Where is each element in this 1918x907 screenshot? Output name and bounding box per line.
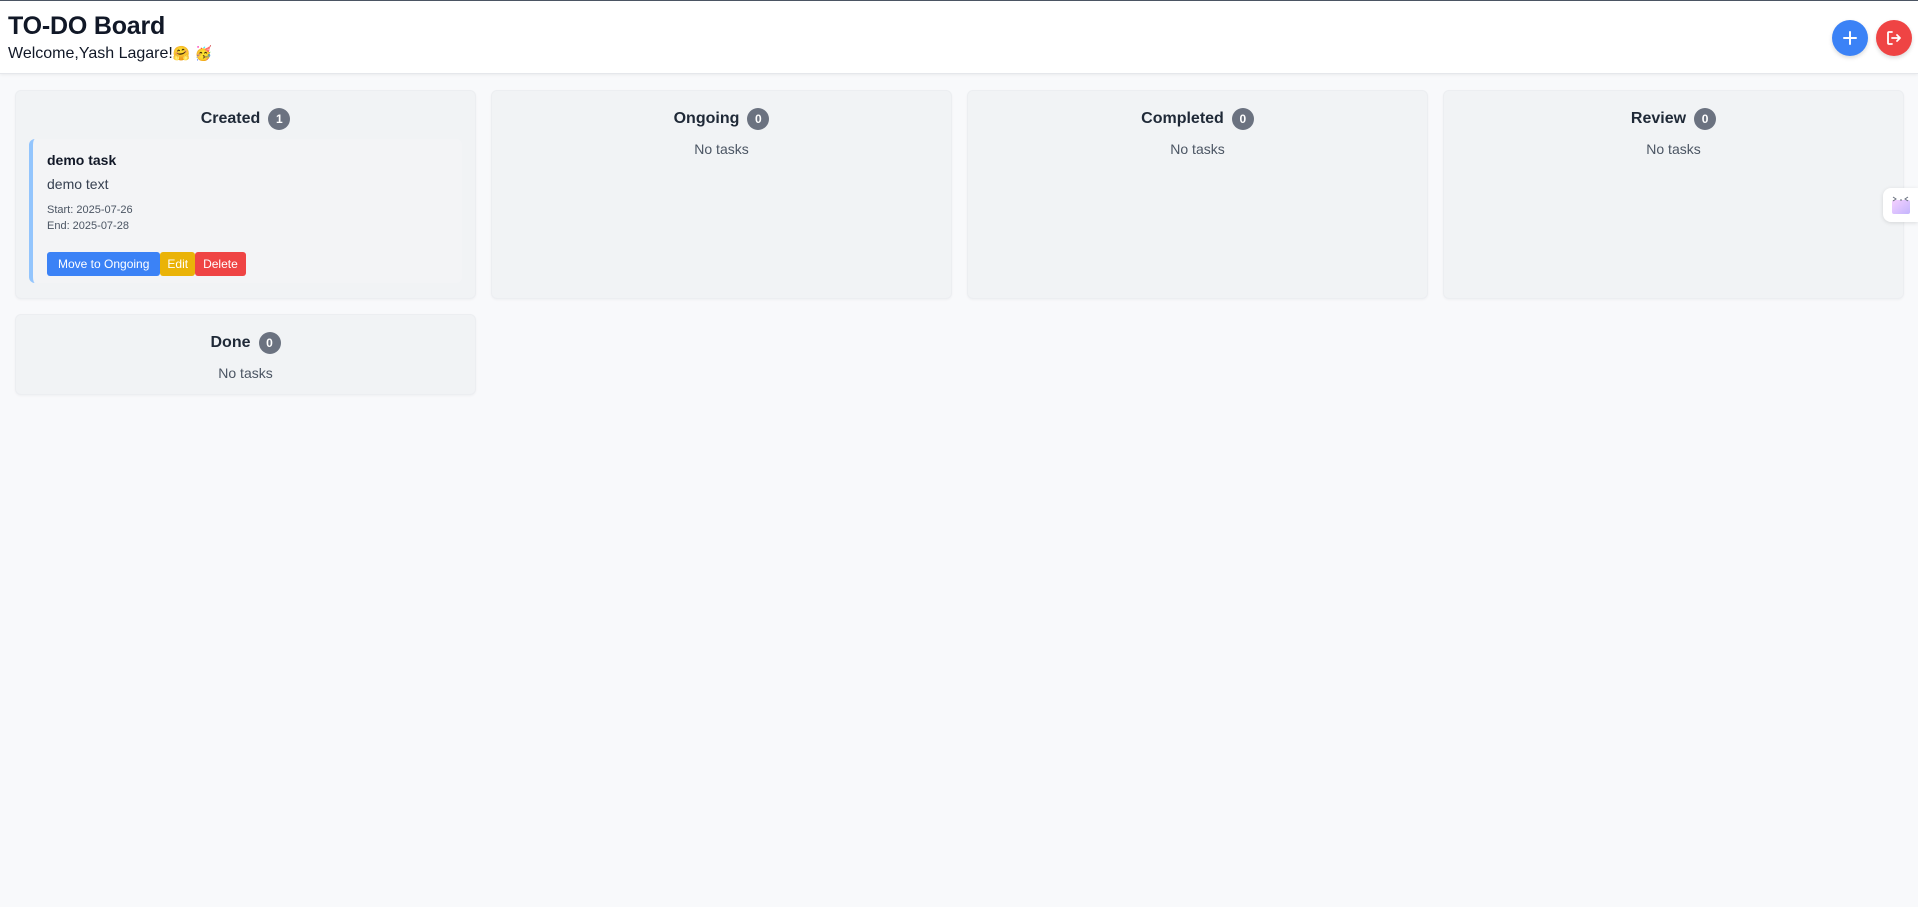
add-task-button[interactable] [1832, 20, 1868, 56]
delete-task-button[interactable]: Delete [195, 252, 246, 276]
empty-state: No tasks [1646, 141, 1701, 157]
task-title: demo task [47, 152, 117, 168]
app-header: TO-DO Board Welcome,Yash Lagare!🤗 🥳 [0, 0, 1918, 74]
task-actions: Move to Ongoing Edit Delete [47, 252, 246, 276]
column-title: Review [1630, 110, 1687, 127]
extension-side-tab[interactable] [1883, 188, 1918, 222]
logout-icon [1887, 31, 1901, 45]
task-count-badge: 0 [258, 332, 281, 354]
welcome-message: Welcome,Yash Lagare!🤗 🥳 [8, 45, 212, 63]
column-header: Ongoing 0 [492, 108, 951, 130]
task-description: demo text [47, 176, 109, 192]
column-title: Done [210, 334, 251, 351]
column-title: Created [200, 110, 261, 127]
logout-button[interactable] [1876, 20, 1912, 56]
welcome-text: Welcome,Yash Lagare! [8, 45, 173, 62]
column-title: Completed [1141, 110, 1224, 127]
empty-state: No tasks [694, 141, 749, 157]
app-title: TO-DO Board [8, 12, 166, 40]
empty-state: No tasks [1170, 141, 1225, 157]
empty-state: No tasks [218, 365, 273, 381]
column-header: Created 1 [16, 108, 475, 130]
column-title: Ongoing [673, 110, 740, 127]
task-card[interactable]: demo task demo text Start: 2025-07-26 En… [29, 139, 462, 283]
task-count-badge: 0 [1231, 108, 1254, 130]
task-end-date: End: 2025-07-28 [47, 220, 129, 232]
task-count-badge: 0 [747, 108, 770, 130]
terminal-icon [1891, 196, 1910, 214]
column-header: Done 0 [16, 332, 475, 354]
column-ongoing: Ongoing 0 No tasks [491, 90, 952, 299]
move-to-ongoing-button[interactable]: Move to Ongoing [47, 252, 161, 276]
edit-task-button[interactable]: Edit [160, 252, 196, 276]
task-start-date: Start: 2025-07-26 [47, 204, 133, 216]
column-done: Done 0 No tasks [15, 314, 476, 395]
column-created: Created 1 demo task demo text Start: 202… [15, 90, 476, 299]
column-review: Review 0 No tasks [1443, 90, 1904, 299]
plus-icon [1843, 31, 1857, 45]
column-header: Review 0 [1444, 108, 1903, 130]
column-header: Completed 0 [968, 108, 1427, 130]
task-count-badge: 0 [1694, 108, 1717, 130]
column-completed: Completed 0 No tasks [967, 90, 1428, 299]
task-count-badge: 1 [268, 108, 291, 130]
welcome-emojis: 🤗 🥳 [172, 46, 213, 62]
